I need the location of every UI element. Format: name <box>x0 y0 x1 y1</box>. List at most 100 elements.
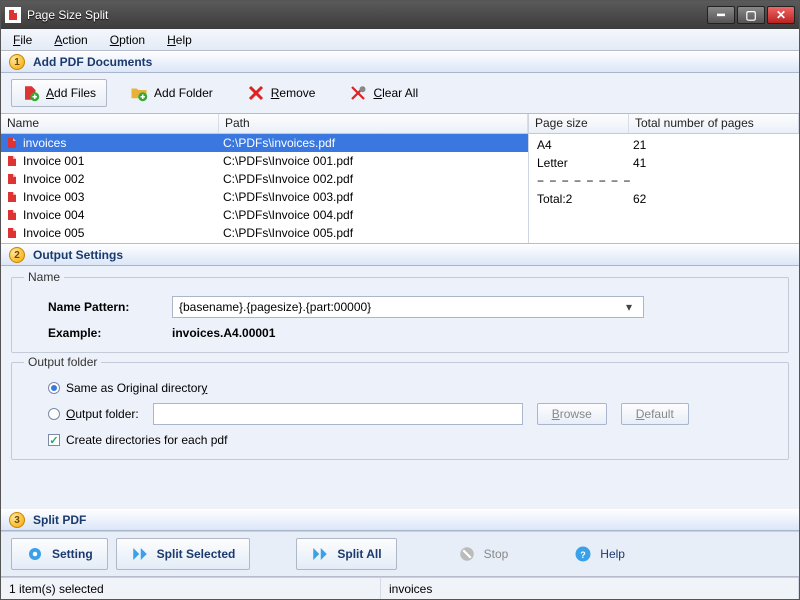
setting-label: Setting <box>52 547 93 561</box>
col-path[interactable]: Path <box>219 114 528 133</box>
pdf-icon <box>5 190 19 204</box>
split-selected-button[interactable]: Split Selected <box>116 538 251 570</box>
section-add-documents-header: 1 Add PDF Documents <box>1 51 799 73</box>
name-legend: Name <box>24 270 64 284</box>
stop-icon <box>458 545 476 563</box>
file-row[interactable]: Invoice 004 C:\PDFs\Invoice 004.pdf <box>1 206 528 224</box>
stop-button[interactable]: Stop <box>443 538 524 570</box>
action-bar: Setting Split Selected Split All Stop ? … <box>1 531 799 577</box>
clear-all-label: Clear All <box>373 86 418 100</box>
total-count: 62 <box>633 192 646 206</box>
section-output-header: 2 Output Settings <box>1 244 799 266</box>
menu-option[interactable]: Option <box>104 31 151 49</box>
file-path: C:\PDFs\Invoice 003.pdf <box>223 190 524 204</box>
add-files-icon <box>22 84 40 102</box>
name-fieldset: Name Name Pattern: {basename}.{pagesize}… <box>11 270 789 353</box>
col-total-pages[interactable]: Total number of pages <box>629 114 799 133</box>
menu-file[interactable]: File <box>7 31 38 49</box>
same-dir-radio[interactable]: Same as Original directory <box>48 381 207 395</box>
status-current-file: invoices <box>381 578 799 599</box>
add-files-button[interactable]: Add Files <box>11 79 107 107</box>
page-size-row: A421 <box>529 136 799 154</box>
remove-label: Remove <box>271 86 316 100</box>
remove-button[interactable]: Remove <box>236 79 327 107</box>
file-name: Invoice 001 <box>23 154 84 168</box>
output-settings: Name Name Pattern: {basename}.{pagesize}… <box>1 266 799 509</box>
same-dir-label: Same as Original directory <box>66 381 207 395</box>
help-button[interactable]: ? Help <box>559 538 640 570</box>
help-label: Help <box>600 547 625 561</box>
checkbox-icon: ✓ <box>48 434 60 446</box>
file-path: C:\PDFs\Invoice 002.pdf <box>223 172 524 186</box>
pdf-icon <box>5 172 19 186</box>
pdf-icon <box>5 226 19 240</box>
close-button[interactable]: ✕ <box>767 6 795 24</box>
step-badge-2: 2 <box>9 247 25 263</box>
minimize-button[interactable]: ━ <box>707 6 735 24</box>
default-button[interactable]: Default <box>621 403 689 425</box>
add-toolbar: Add Files Add Folder Remove Clear All <box>1 73 799 114</box>
page-size-value: A4 <box>533 138 633 152</box>
page-count-value: 21 <box>633 138 646 152</box>
file-name: Invoice 004 <box>23 208 84 222</box>
clear-all-button[interactable]: Clear All <box>338 79 429 107</box>
file-row[interactable]: invoicesC:\PDFs\invoices.pdf <box>1 134 528 152</box>
add-folder-button[interactable]: Add Folder <box>119 79 224 107</box>
section-split-header: 3 Split PDF <box>1 509 799 531</box>
status-selection: 1 item(s) selected <box>1 578 381 599</box>
add-folder-label: Add Folder <box>154 86 213 100</box>
step-badge-1: 1 <box>9 54 25 70</box>
file-name: Invoice 003 <box>23 190 84 204</box>
clear-all-icon <box>349 84 367 102</box>
output-folder-input[interactable] <box>153 403 523 425</box>
svg-text:?: ? <box>581 550 587 560</box>
section-split-title: Split PDF <box>33 513 86 527</box>
window-title: Page Size Split <box>27 8 707 22</box>
pdf-icon <box>5 208 19 222</box>
page-size-summary: Page size Total number of pages A421Lett… <box>529 114 799 243</box>
add-files-label: Add Files <box>46 86 96 100</box>
file-list[interactable]: Name Path invoicesC:\PDFs\invoices.pdfIn… <box>1 114 529 243</box>
pattern-label: Name Pattern: <box>48 300 158 314</box>
file-row[interactable]: Invoice 002 C:\PDFs\Invoice 002.pdf <box>1 170 528 188</box>
name-pattern-combo[interactable]: {basename}.{pagesize}.{part:00000} ▾ <box>172 296 644 318</box>
file-row[interactable]: Invoice 005 C:\PDFs\Invoice 005.pdf <box>1 224 528 242</box>
example-value: invoices.A4.00001 <box>172 326 275 340</box>
add-folder-icon <box>130 84 148 102</box>
file-name: invoices <box>23 136 66 150</box>
remove-icon <box>247 84 265 102</box>
name-pattern-value: {basename}.{pagesize}.{part:00000} <box>179 300 371 314</box>
file-name: Invoice 005 <box>23 226 84 240</box>
file-path: C:\PDFs\Invoice 005.pdf <box>223 226 524 240</box>
file-row[interactable]: Invoice 003 C:\PDFs\Invoice 003.pdf <box>1 188 528 206</box>
file-name: Invoice 002 <box>23 172 84 186</box>
file-path: C:\PDFs\Invoice 004.pdf <box>223 208 524 222</box>
output-folder-label: Output folder: <box>66 407 139 421</box>
menu-help[interactable]: Help <box>161 31 198 49</box>
page-size-value: Letter <box>533 156 633 170</box>
title-bar: Page Size Split ━ ▢ ✕ <box>1 1 799 29</box>
gear-icon <box>26 545 44 563</box>
page-size-row: Letter41 <box>529 154 799 172</box>
setting-button[interactable]: Setting <box>11 538 108 570</box>
menu-action[interactable]: Action <box>48 31 93 49</box>
col-name[interactable]: Name <box>1 114 219 133</box>
help-icon: ? <box>574 545 592 563</box>
section-output-title: Output Settings <box>33 248 123 262</box>
pdf-icon <box>5 154 19 168</box>
step-badge-3: 3 <box>9 512 25 528</box>
status-bar: 1 item(s) selected invoices <box>1 577 799 599</box>
output-folder-fieldset: Output folder Same as Original directory… <box>11 355 789 460</box>
create-dirs-checkbox[interactable]: ✓ Create directories for each pdf <box>48 433 227 447</box>
split-all-button[interactable]: Split All <box>296 538 396 570</box>
maximize-button[interactable]: ▢ <box>737 6 765 24</box>
stop-label: Stop <box>484 547 509 561</box>
output-folder-radio[interactable]: Output folder: <box>48 407 139 421</box>
browse-button[interactable]: Browse <box>537 403 607 425</box>
menu-bar: File Action Option Help <box>1 29 799 51</box>
file-row[interactable]: Invoice 001C:\PDFs\Invoice 001.pdf <box>1 152 528 170</box>
col-page-size[interactable]: Page size <box>529 114 629 133</box>
chevron-down-icon: ▾ <box>621 300 637 314</box>
split-selected-label: Split Selected <box>157 547 236 561</box>
section-add-documents-title: Add PDF Documents <box>33 55 152 69</box>
